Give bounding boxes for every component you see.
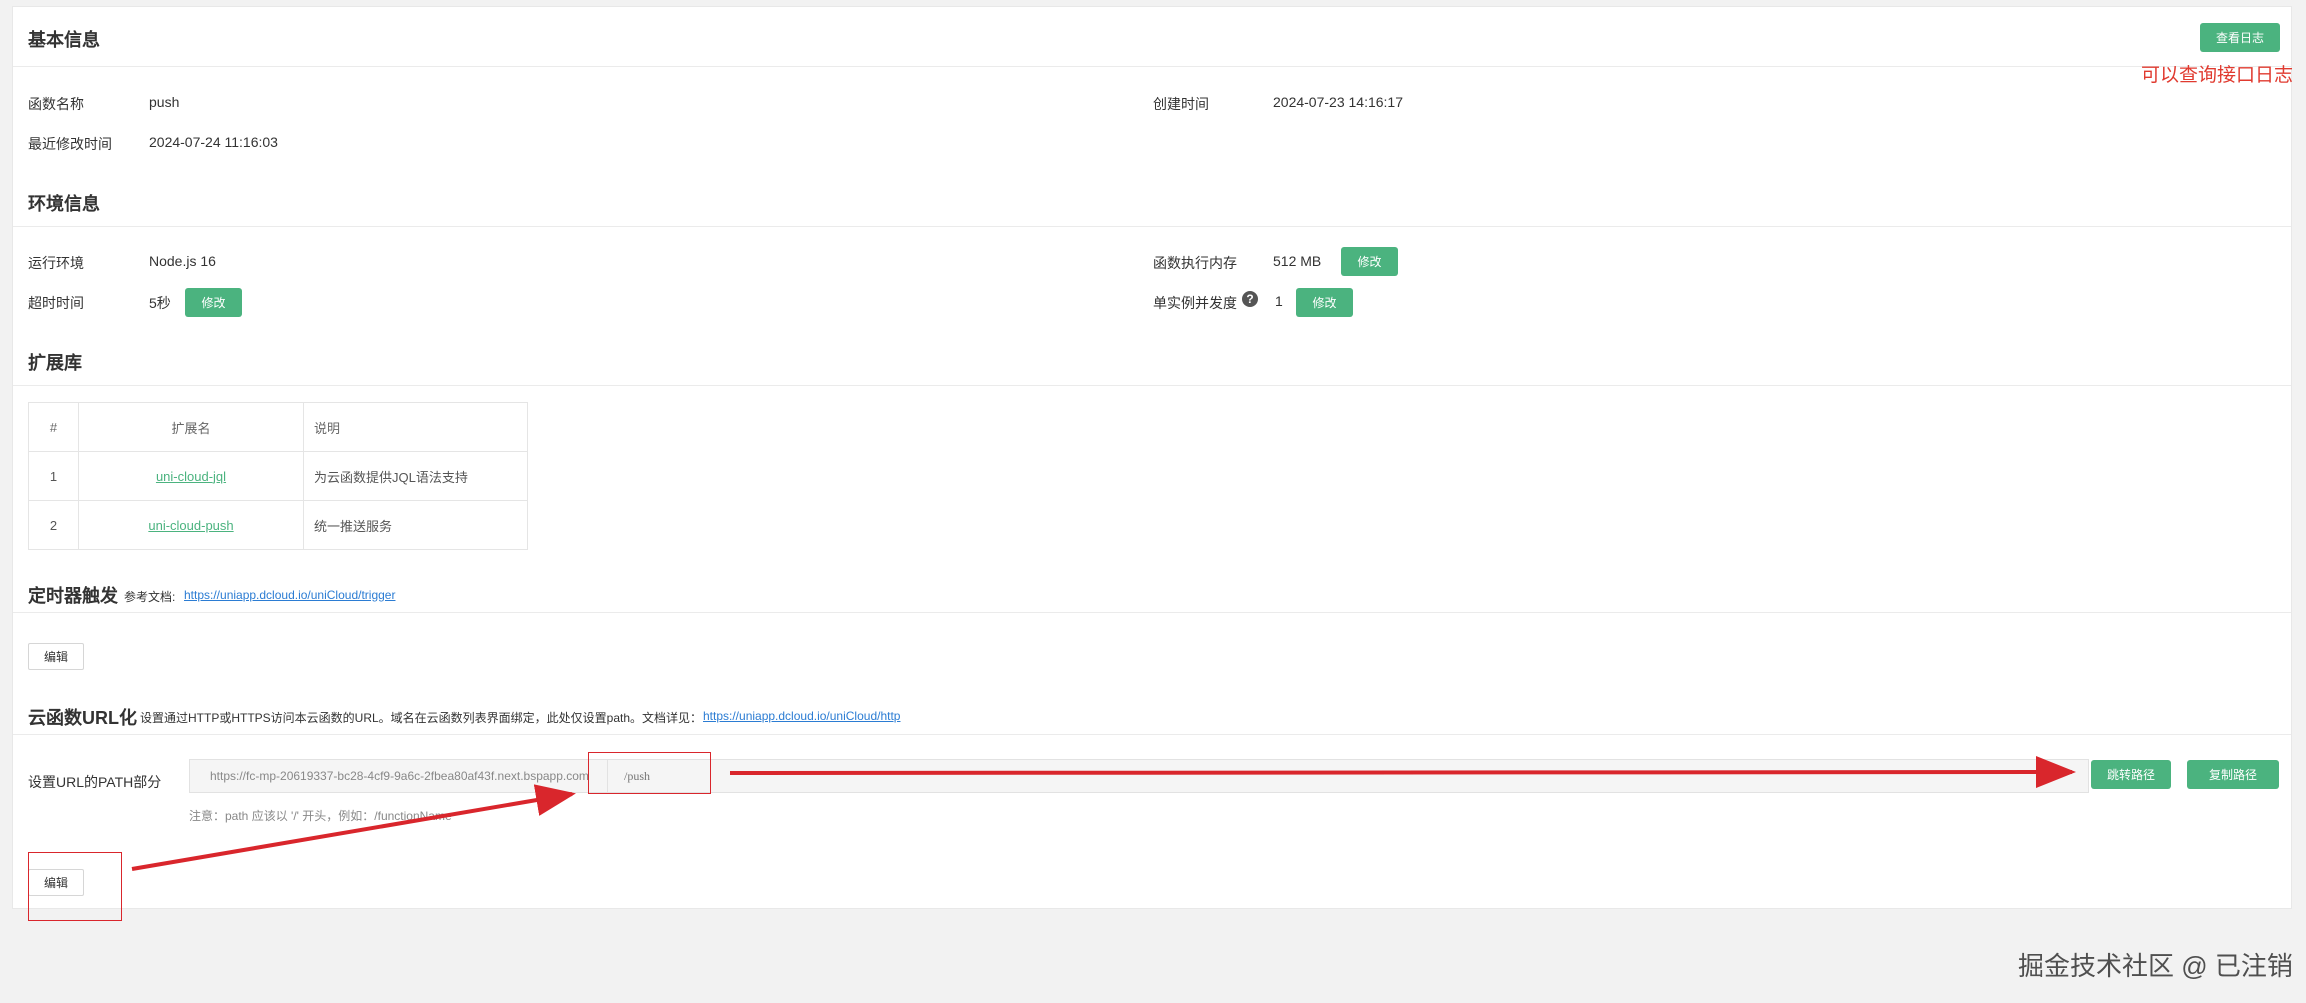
path-label: 设置URL的PATH部分 — [28, 774, 162, 790]
env-info-title: 环境信息 — [28, 194, 100, 214]
timer-edit-button[interactable]: 编辑 — [28, 643, 84, 670]
jump-path-button[interactable]: 跳转路径 — [2091, 760, 2171, 789]
created-time-value: 2024-07-23 14:16:17 — [1273, 94, 1403, 110]
url-title: 云函数URL化 — [28, 708, 137, 728]
timeout-label: 超时时间 — [28, 295, 84, 311]
timer-doc-link[interactable]: https://uniapp.dcloud.io/uniCloud/trigge… — [184, 588, 395, 602]
divider — [13, 385, 2291, 386]
col-index-header: # — [28, 402, 79, 452]
col-name-header: 扩展名 — [78, 402, 304, 452]
runtime-value: Node.js 16 — [149, 253, 216, 269]
concurrency-label: 单实例并发度 — [1153, 295, 1237, 311]
view-log-button[interactable]: 查看日志 — [2200, 23, 2280, 52]
url-doc-link[interactable]: https://uniapp.dcloud.io/uniCloud/http — [703, 709, 900, 723]
memory-label: 函数执行内存 — [1153, 255, 1237, 271]
timer-ref-label: 参考文档: — [124, 590, 176, 604]
divider — [13, 66, 2291, 67]
divider — [13, 734, 2291, 735]
ext-link-push[interactable]: uni-cloud-push — [148, 518, 233, 533]
concurrency-edit-button[interactable]: 修改 — [1296, 288, 1353, 317]
concurrency-value: 1 — [1275, 293, 1283, 309]
edit-highlight-box — [28, 852, 122, 921]
func-name-value: push — [149, 94, 180, 110]
timeout-edit-button[interactable]: 修改 — [185, 288, 242, 317]
row-desc: 统一推送服务 — [303, 500, 528, 550]
runtime-label: 运行环境 — [28, 255, 84, 271]
path-note: 注意：path 应该以 '/' 开头，例如：/functionName — [189, 809, 452, 823]
log-annotation-text: 可以查询接口日志 — [2141, 65, 2294, 86]
row-index: 1 — [28, 451, 79, 501]
url-desc: 设置通过HTTP或HTTPS访问本云函数的URL。域名在云函数列表界面绑定，此处… — [140, 711, 703, 725]
modified-time-label: 最近修改时间 — [28, 136, 112, 152]
created-time-label: 创建时间 — [1153, 96, 1209, 112]
memory-value: 512 MB — [1273, 253, 1322, 269]
table-row: 2 uni-cloud-push 统一推送服务 — [28, 500, 528, 550]
ext-lib-table: # 扩展名 说明 1 uni-cloud-jql 为云函数提供JQL语法支持 2… — [28, 402, 528, 550]
copy-path-button[interactable]: 复制路径 — [2187, 760, 2279, 789]
timer-title: 定时器触发 — [28, 586, 118, 606]
memory-edit-button[interactable]: 修改 — [1341, 247, 1398, 276]
function-detail-panel: 基本信息 查看日志 函数名称 push 创建时间 2024-07-23 14:1… — [12, 6, 2292, 909]
row-desc: 为云函数提供JQL语法支持 — [303, 451, 528, 501]
timeout-value: 5秒 — [149, 295, 171, 311]
ext-link-jql[interactable]: uni-cloud-jql — [156, 469, 226, 484]
table-row: 1 uni-cloud-jql 为云函数提供JQL语法支持 — [28, 451, 528, 501]
divider — [13, 226, 2291, 227]
table-header-row: # 扩展名 说明 — [28, 402, 528, 452]
path-highlight-box — [588, 752, 711, 794]
func-name-label: 函数名称 — [28, 96, 84, 112]
col-desc-header: 说明 — [303, 402, 528, 452]
modified-time-value: 2024-07-24 11:16:03 — [149, 134, 278, 150]
url-input-group: https://fc-mp-20619337-bc28-4cf9-9a6c-2f… — [189, 759, 2089, 793]
divider — [13, 612, 2291, 613]
row-index: 2 — [28, 500, 79, 550]
ext-lib-title: 扩展库 — [28, 353, 82, 373]
watermark: 掘金技术社区 @ 已注销 — [2018, 951, 2293, 981]
url-domain-prefix: https://fc-mp-20619337-bc28-4cf9-9a6c-2f… — [190, 760, 608, 792]
page-background — [12, 909, 2292, 1003]
help-icon[interactable]: ? — [1242, 291, 1258, 307]
basic-info-title: 基本信息 — [28, 30, 100, 50]
